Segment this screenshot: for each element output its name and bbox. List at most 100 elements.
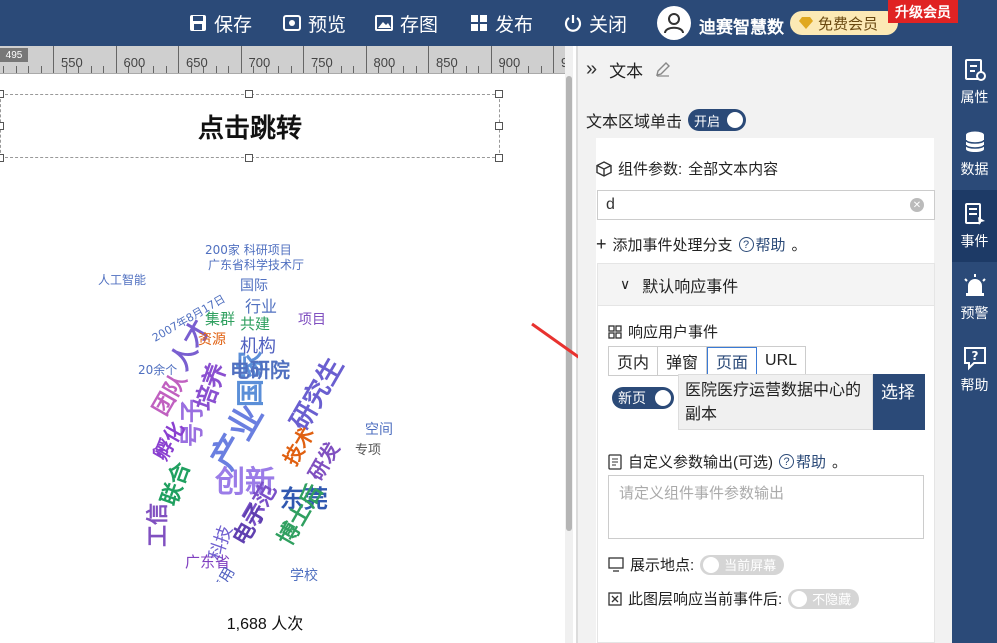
close-label: 关闭 [589, 14, 628, 36]
preview-button[interactable]: 预览 [282, 10, 346, 36]
response-type-selector: 页内 弹窗 页面 URL [608, 346, 807, 376]
design-canvas[interactable]: 点击跳转 人才 产业 创新 国家 研究生 培养 号子 团队 电研院 东莞 示范 博士后 联合 孵化 技术 研发… [0, 74, 572, 643]
tab-properties[interactable]: 属性 [952, 46, 997, 118]
save-image-label: 存图 [400, 14, 439, 36]
display-location-toggle[interactable]: 当前屏幕 [700, 554, 785, 575]
word-cloud-word[interactable]: 人工智能 [98, 272, 146, 287]
word-cloud-word[interactable]: 学校 [290, 567, 318, 582]
tab-data[interactable]: 数据 [952, 118, 997, 190]
param-input[interactable]: d ✕ [597, 190, 935, 220]
help-link[interactable]: ? 帮助 [738, 234, 786, 255]
seg-url[interactable]: URL [757, 347, 805, 375]
toggle-knob [703, 556, 720, 573]
word-cloud-word[interactable]: 20余个 [138, 362, 177, 377]
user-event-row: 响应用户事件 [608, 321, 718, 342]
resize-handle[interactable] [245, 154, 253, 162]
ruler-tick [278, 66, 279, 73]
save-button[interactable]: 保存 [188, 10, 252, 36]
word-cloud-word[interactable]: 工信 [145, 503, 171, 547]
tab-data-label: 数据 [960, 161, 989, 177]
ruler-tick [165, 66, 167, 73]
resize-handle[interactable] [0, 154, 4, 162]
plus-icon[interactable]: + [596, 234, 607, 255]
word-cloud-word[interactable]: 机构 [240, 336, 276, 357]
ruler-tick [103, 66, 104, 73]
word-cloud-word[interactable]: 共建 [240, 315, 270, 333]
cube-icon [596, 160, 612, 177]
layer-response-row: 此图层响应当前事件后: 不隐藏 [608, 588, 860, 609]
events-icon [964, 203, 985, 225]
ruler-tick [153, 66, 154, 73]
properties-icon [964, 59, 986, 81]
text-click-toggle-label: 开启 [694, 113, 721, 129]
edit-icon[interactable] [655, 61, 671, 77]
top-toolbar: 保存 预览 存图 发布 关闭 迪赛智慧数 免费会员 升级会员 [0, 0, 997, 46]
vip-badge[interactable]: 免费会员 [790, 11, 898, 35]
word-cloud-word[interactable]: 空间 [365, 422, 393, 438]
tab-help[interactable]: ? 帮助 [952, 334, 997, 406]
publish-button[interactable]: 发布 [469, 10, 533, 36]
svg-text:?: ? [971, 349, 978, 363]
display-location-label: 展示地点: [630, 557, 695, 574]
ruler-tick [490, 46, 492, 73]
avatar[interactable] [657, 6, 691, 40]
layer-response-label: 此图层响应当前事件后: [628, 591, 783, 608]
new-page-label: 新页 [618, 390, 646, 406]
word-cloud-word[interactable]: 200家 科研项目 [205, 242, 292, 257]
layer-response-toggle[interactable]: 不隐藏 [788, 588, 860, 609]
chevron-down-icon: ∨ [620, 276, 631, 292]
upgrade-button[interactable]: 升级会员 [888, 0, 958, 23]
seg-page[interactable]: 页面 [707, 347, 758, 375]
ruler-label: 900 [498, 55, 521, 70]
help-link[interactable]: ? 帮助 [779, 451, 826, 472]
scrollbar-thumb[interactable] [566, 76, 572, 531]
collapse-panel-icon[interactable]: » [586, 58, 597, 81]
ruler-tick [28, 66, 29, 73]
ruler-tick [3, 66, 4, 73]
grid-small-icon [608, 324, 622, 339]
word-cloud-word[interactable]: 行业 [245, 297, 277, 316]
default-event-header[interactable]: ∨ 默认响应事件 [598, 264, 934, 306]
properties-panel: » 文本 文本区域单击 开启 组件参数: 全部文本内容 d ✕ + 添加事件处理… [578, 46, 952, 643]
canvas-title[interactable]: 点击跳转 [0, 108, 500, 145]
add-event-link[interactable]: 添加事件处理分支 [613, 234, 733, 255]
canvas-scrollbar[interactable] [565, 46, 573, 643]
ruler-tick [340, 66, 342, 73]
database-icon [964, 131, 985, 152]
ruler-label: 800 [373, 55, 396, 70]
word-cloud-word[interactable]: 电研院 [230, 358, 290, 382]
ruler-tick [215, 66, 217, 73]
seg-in-page[interactable]: 页内 [609, 347, 659, 375]
diamond-icon [799, 17, 813, 29]
select-page-button[interactable]: 选择 [873, 374, 925, 430]
resize-handle[interactable] [495, 90, 503, 98]
target-page-field[interactable]: 医院医疗运营数据中心的副本 [678, 374, 873, 430]
seg-popup[interactable]: 弹窗 [658, 347, 708, 375]
resize-handle[interactable] [245, 90, 253, 98]
word-cloud-word[interactable]: 广东省科学技术厅 [208, 257, 304, 272]
image-icon [375, 15, 393, 31]
clear-icon[interactable]: ✕ [910, 198, 924, 212]
ruler-tick [53, 46, 54, 73]
save-image-button[interactable]: 存图 [374, 10, 438, 36]
word-cloud-word[interactable]: 联合 [156, 458, 196, 509]
ruler-tick [478, 66, 479, 73]
word-cloud-word[interactable]: 国际 [240, 278, 268, 294]
text-click-toggle[interactable]: 开启 [688, 109, 747, 131]
word-cloud-word[interactable]: 资源 [198, 332, 226, 348]
custom-output-input[interactable]: 请定义组件事件参数输出 [608, 475, 924, 539]
word-cloud-word[interactable]: 研究生 [284, 352, 350, 435]
resize-handle[interactable] [0, 90, 4, 98]
word-cloud-word[interactable]: 专项 [355, 443, 381, 458]
word-cloud[interactable]: 人才产业创新国家 研究生培养号子团队 电研院东莞示范博士后联合孵化 技术研发电子工信科… [80, 162, 450, 582]
ruler-label: 600 [123, 55, 146, 70]
close-button[interactable]: 关闭 [563, 10, 627, 36]
ruler-tick [540, 66, 542, 73]
resize-handle[interactable] [495, 154, 503, 162]
word-cloud-word[interactable]: 项目 [298, 312, 326, 328]
tab-events[interactable]: 事件 [952, 190, 997, 262]
new-page-toggle[interactable]: 新页 [612, 387, 674, 409]
question-icon: ? [738, 237, 754, 252]
save-label: 保存 [214, 14, 253, 36]
tab-alert[interactable]: 预警 [952, 262, 997, 334]
